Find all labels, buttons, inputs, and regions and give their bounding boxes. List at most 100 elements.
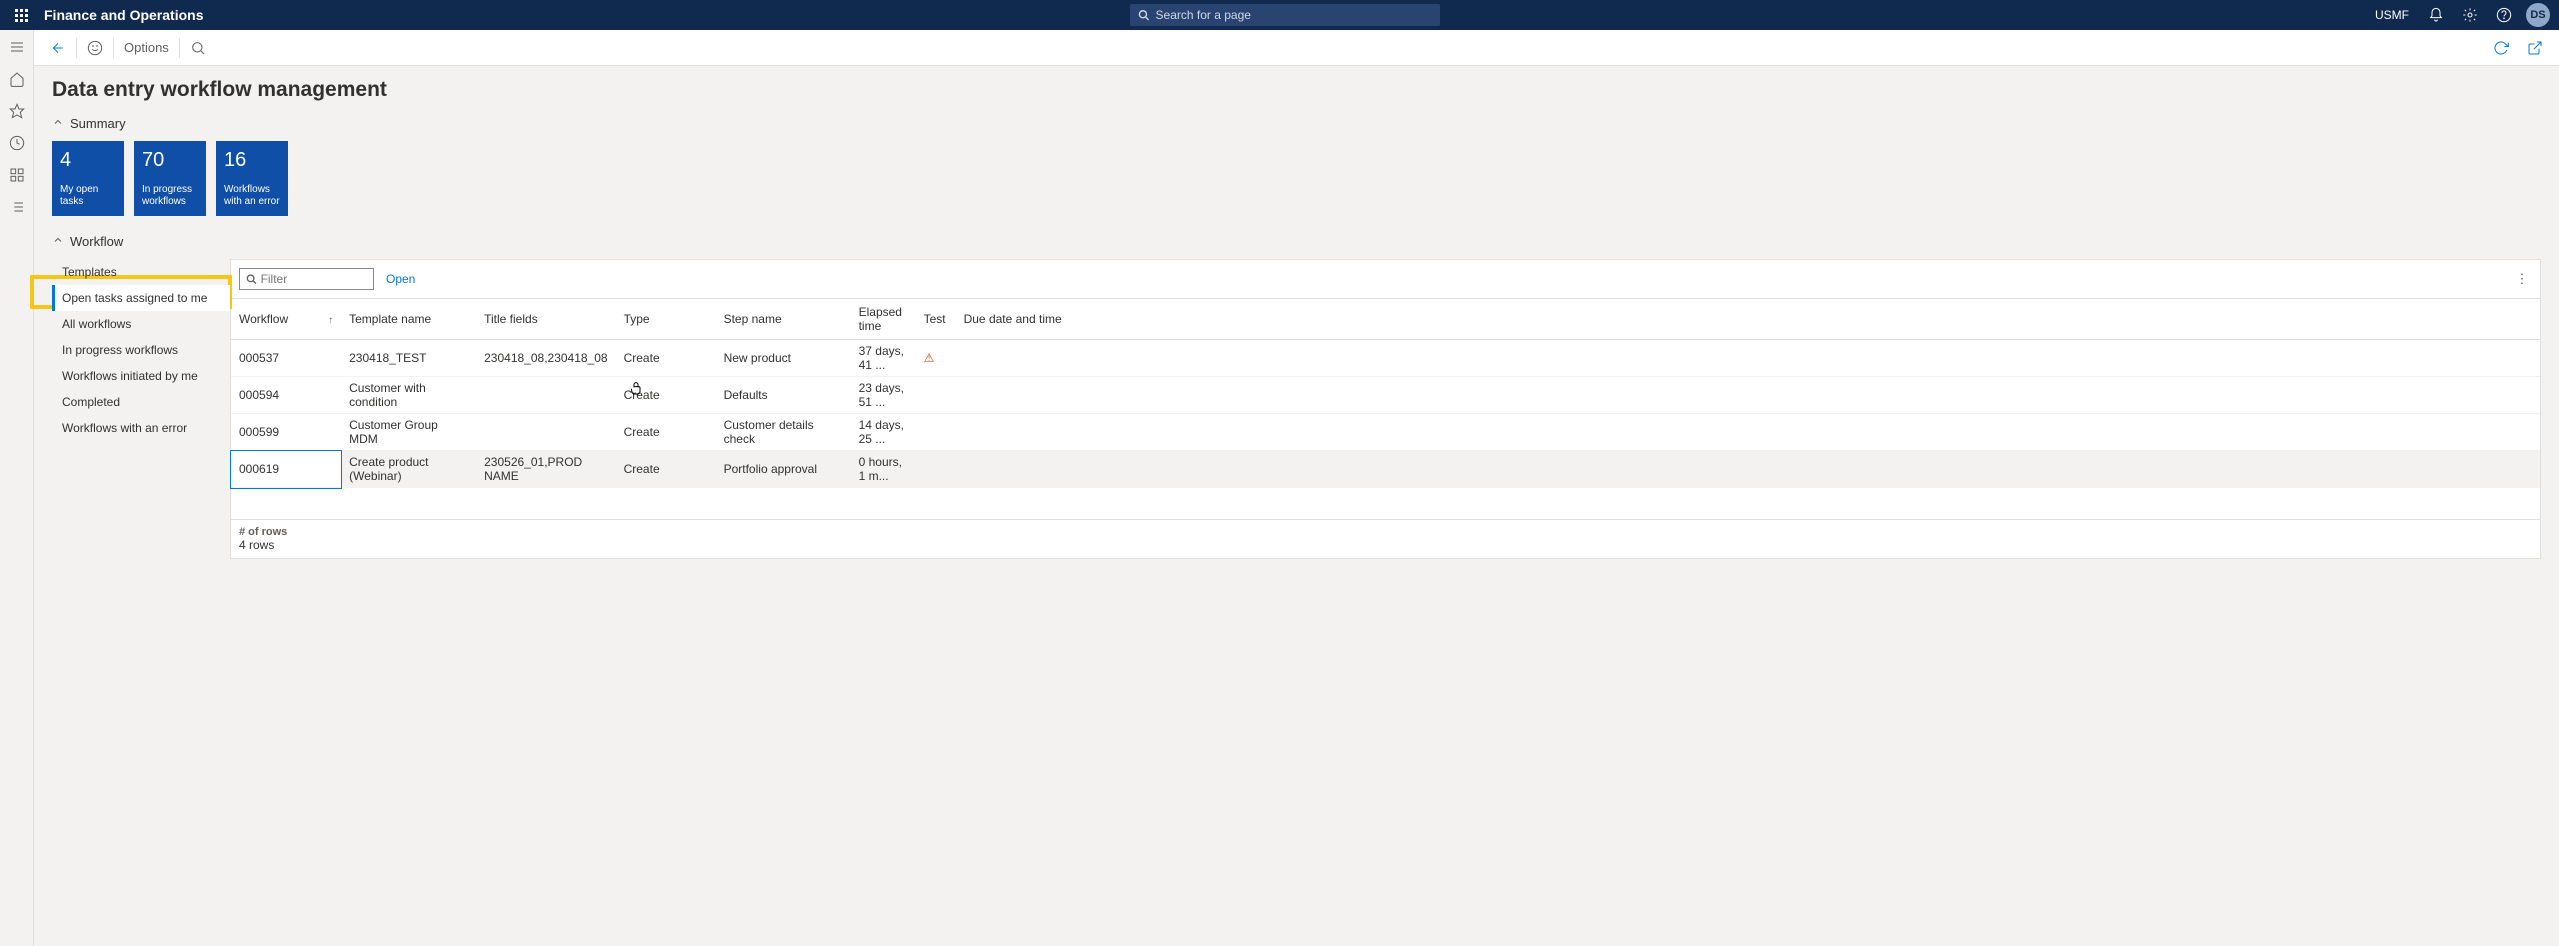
- feedback-button[interactable]: [81, 34, 109, 62]
- main-area: Options Data entry workflow management S…: [34, 30, 2559, 571]
- page-title: Data entry workflow management: [52, 78, 2541, 102]
- cell-title_fields[interactable]: [476, 377, 615, 414]
- list-icon: [9, 199, 25, 215]
- grid-filter[interactable]: [239, 268, 374, 290]
- tile-my-open-tasks[interactable]: 4 My open tasks: [52, 141, 124, 216]
- chevron-up-icon: [52, 116, 64, 131]
- workflow-header[interactable]: Workflow: [52, 234, 2541, 249]
- footer-label: # of rows: [239, 526, 2532, 538]
- cell-elapsed[interactable]: 0 hours, 1 m...: [851, 451, 916, 488]
- sidenav-with-error[interactable]: Workflows with an error: [52, 415, 230, 441]
- col-test[interactable]: Test: [916, 299, 956, 340]
- cell-type[interactable]: Create: [616, 451, 716, 488]
- cell-step[interactable]: Customer details check: [716, 414, 851, 451]
- summary-header[interactable]: Summary: [52, 116, 2541, 131]
- open-link[interactable]: Open: [386, 272, 415, 286]
- notifications-button[interactable]: [2421, 0, 2451, 30]
- tile-error[interactable]: 16 Workflows with an error: [216, 141, 288, 216]
- search-page-button[interactable]: [184, 34, 212, 62]
- cell-due[interactable]: [956, 340, 2540, 377]
- cell-step[interactable]: New product: [716, 340, 851, 377]
- sidenav-open-tasks[interactable]: Open tasks assigned to me: [52, 285, 230, 311]
- tile-in-progress[interactable]: 70 In progress workflows: [134, 141, 206, 216]
- cell-template[interactable]: Create product (Webinar): [341, 451, 476, 488]
- cell-test[interactable]: [916, 414, 956, 451]
- popout-button[interactable]: [2521, 34, 2549, 62]
- cell-type[interactable]: Create: [616, 340, 716, 377]
- col-type[interactable]: Type: [616, 299, 716, 340]
- smile-icon: [87, 40, 103, 56]
- global-search[interactable]: [1130, 4, 1440, 26]
- col-template[interactable]: Template name: [341, 299, 476, 340]
- cell-title_fields[interactable]: [476, 414, 615, 451]
- sidenav-initiated-by-me[interactable]: Workflows initiated by me: [52, 363, 230, 389]
- cell-due[interactable]: [956, 451, 2540, 488]
- cell-workflow[interactable]: 000594: [231, 377, 341, 414]
- warning-icon: ⚠: [924, 351, 935, 365]
- table-row[interactable]: 000619Create product (Webinar)230526_01,…: [231, 451, 2540, 488]
- cell-workflow[interactable]: 000599: [231, 414, 341, 451]
- cell-title_fields[interactable]: 230418_08,230418_08: [476, 340, 615, 377]
- cell-test[interactable]: [916, 451, 956, 488]
- user-avatar[interactable]: DS: [2523, 0, 2553, 30]
- cell-type[interactable]: Create: [616, 414, 716, 451]
- cell-template[interactable]: Customer with condition: [341, 377, 476, 414]
- cell-template[interactable]: Customer Group MDM: [341, 414, 476, 451]
- cell-step[interactable]: Defaults: [716, 377, 851, 414]
- gear-icon: [2462, 7, 2478, 23]
- col-title-fields[interactable]: Title fields: [476, 299, 615, 340]
- filter-input[interactable]: [261, 272, 367, 286]
- cell-step[interactable]: Portfolio approval: [716, 451, 851, 488]
- nav-hamburger[interactable]: [8, 38, 26, 56]
- cell-test[interactable]: ⚠: [916, 340, 956, 377]
- col-workflow[interactable]: Workflow: [231, 299, 341, 340]
- cell-workflow[interactable]: 000619: [231, 451, 341, 488]
- cell-title_fields[interactable]: 230526_01,PROD NAME: [476, 451, 615, 488]
- search-icon: [190, 40, 206, 56]
- workflow-label: Workflow: [70, 234, 123, 249]
- settings-button[interactable]: [2455, 0, 2485, 30]
- back-button[interactable]: [44, 34, 72, 62]
- table-row[interactable]: 000599Customer Group MDM CreateCustomer d…: [231, 414, 2540, 451]
- cell-type[interactable]: Create: [616, 377, 716, 414]
- table-row[interactable]: 000594Customer with condition CreateDefau…: [231, 377, 2540, 414]
- help-icon: [2496, 7, 2512, 23]
- home-icon: [9, 71, 25, 87]
- app-launcher[interactable]: [6, 0, 36, 30]
- search-input[interactable]: [1156, 8, 1433, 22]
- nav-workspaces[interactable]: [8, 166, 26, 184]
- sidenav-completed[interactable]: Completed: [52, 389, 230, 415]
- arrow-left-icon: [50, 40, 66, 56]
- help-button[interactable]: [2489, 0, 2519, 30]
- nav-home[interactable]: [8, 70, 26, 88]
- cell-due[interactable]: [956, 414, 2540, 451]
- summary-label: Summary: [70, 116, 126, 131]
- sidenav-all-workflows[interactable]: All workflows: [52, 311, 230, 337]
- sidenav-templates[interactable]: Templates: [52, 259, 230, 285]
- cell-template[interactable]: 230418_TEST: [341, 340, 476, 377]
- top-header: Finance and Operations USMF DS: [0, 0, 2559, 30]
- tile-label: In progress workflows: [142, 184, 198, 208]
- cell-test[interactable]: [916, 377, 956, 414]
- nav-favorites[interactable]: [8, 102, 26, 120]
- col-step[interactable]: Step name: [716, 299, 851, 340]
- cell-elapsed[interactable]: 14 days, 25 ...: [851, 414, 916, 451]
- options-button[interactable]: Options: [118, 34, 175, 62]
- separator: [113, 38, 114, 58]
- col-elapsed[interactable]: Elapsed time: [851, 299, 916, 340]
- cell-elapsed[interactable]: 23 days, 51 ...: [851, 377, 916, 414]
- refresh-button[interactable]: [2487, 34, 2515, 62]
- cell-workflow[interactable]: 000537: [231, 340, 341, 377]
- nav-recent[interactable]: [8, 134, 26, 152]
- table-row[interactable]: 000537230418_TEST230418_08,230418_08Crea…: [231, 340, 2540, 377]
- cell-due[interactable]: [956, 377, 2540, 414]
- cell-elapsed[interactable]: 37 days, 41 ...: [851, 340, 916, 377]
- sidenav-in-progress[interactable]: In progress workflows: [52, 337, 230, 363]
- grid-icon: [9, 167, 25, 183]
- footer-count: 4 rows: [239, 538, 2532, 552]
- col-due[interactable]: Due date and time: [956, 299, 2540, 340]
- company-code[interactable]: USMF: [2367, 8, 2417, 22]
- grid-more-button[interactable]: ⋮: [2512, 271, 2532, 287]
- separator: [76, 38, 77, 58]
- nav-modules[interactable]: [8, 198, 26, 216]
